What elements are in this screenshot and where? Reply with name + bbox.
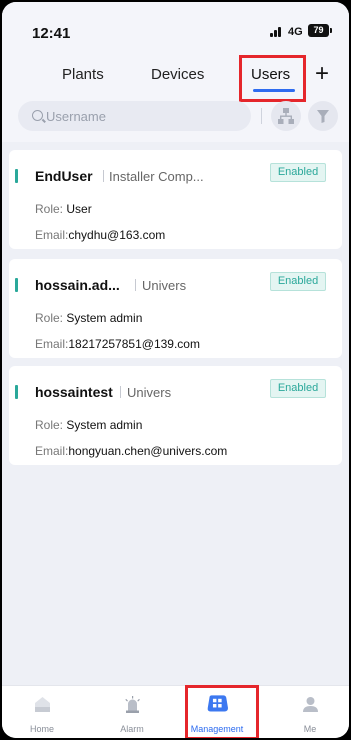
highlight-box-management	[185, 685, 259, 738]
role-label: Role:	[35, 202, 64, 216]
user-company: Installer Comp...	[109, 169, 204, 184]
search-icon	[32, 110, 43, 121]
user-card[interactable]: hossaintest Univers Enabled Role: System…	[9, 366, 342, 465]
email-label: Email:	[35, 337, 69, 351]
search-row: Username	[2, 99, 349, 133]
network-type: 4G	[288, 26, 303, 38]
role-label: Role:	[35, 418, 64, 432]
filter-button[interactable]	[308, 101, 338, 131]
user-email: Email:18217257851@139.com	[35, 337, 200, 351]
role-label: Role:	[35, 311, 64, 325]
status-badge: Enabled	[270, 272, 326, 291]
nav-me-label: Me	[303, 724, 317, 734]
user-company: Univers	[142, 278, 187, 293]
search-input[interactable]: Username	[18, 101, 251, 131]
battery-icon: 79	[308, 24, 332, 37]
card-accent-bar	[15, 385, 18, 399]
separator	[103, 170, 104, 182]
filter-icon	[317, 110, 329, 123]
status-bar: 12:41 4G 79	[2, 2, 349, 52]
divider	[261, 108, 262, 124]
me-icon	[303, 697, 318, 712]
user-role: Role: System admin	[35, 418, 142, 432]
alarm-icon	[125, 696, 140, 713]
role-value: System admin	[66, 311, 143, 325]
organization-tree-button[interactable]	[271, 101, 301, 131]
home-icon	[35, 697, 50, 712]
nav-me[interactable]: Me	[275, 686, 345, 738]
separator	[135, 279, 136, 291]
org-tree-icon	[278, 108, 294, 124]
user-name: EndUser	[35, 168, 93, 184]
status-badge: Enabled	[270, 379, 326, 398]
user-card[interactable]: hossain.ad... Univers Enabled Role: Syst…	[9, 259, 342, 358]
signal-icon	[270, 26, 284, 37]
role-value: System admin	[66, 418, 143, 432]
email-value: chydhu@163.com	[68, 228, 166, 242]
search-placeholder: Username	[46, 109, 106, 124]
email-value: 18217257851@139.com	[68, 337, 200, 351]
nav-alarm[interactable]: Alarm	[97, 686, 167, 738]
tab-devices[interactable]: Devices	[151, 66, 204, 83]
add-user-button[interactable]: +	[315, 60, 329, 88]
user-role: Role: User	[35, 202, 92, 216]
highlight-box-users	[239, 55, 306, 102]
card-accent-bar	[15, 169, 18, 183]
email-label: Email:	[35, 444, 69, 458]
role-value: User	[66, 202, 92, 216]
status-time: 12:41	[32, 25, 71, 42]
nav-home[interactable]: Home	[7, 686, 77, 738]
email-value: hongyuan.chen@univers.com	[68, 444, 228, 458]
user-name: hossaintest	[35, 384, 113, 400]
nav-alarm-label: Alarm	[120, 724, 144, 734]
user-card[interactable]: EndUser Installer Comp... Enabled Role: …	[9, 150, 342, 249]
nav-home-label: Home	[29, 724, 54, 734]
card-accent-bar	[15, 278, 18, 292]
phone-screen: 12:41 4G 79 Plants Devices Users + Usern…	[2, 2, 349, 738]
user-email: Email:hongyuan.chen@univers.com	[35, 444, 227, 458]
user-name: hossain.ad...	[35, 277, 120, 293]
user-email: Email:chydhu@163.com	[35, 228, 165, 242]
bottom-nav: Home Alarm Management Me	[2, 685, 349, 738]
user-role: Role: System admin	[35, 311, 142, 325]
email-label: Email:	[35, 228, 69, 242]
user-company: Univers	[127, 385, 172, 400]
separator	[120, 386, 121, 398]
tab-plants[interactable]: Plants	[62, 66, 104, 83]
status-badge: Enabled	[270, 163, 326, 182]
